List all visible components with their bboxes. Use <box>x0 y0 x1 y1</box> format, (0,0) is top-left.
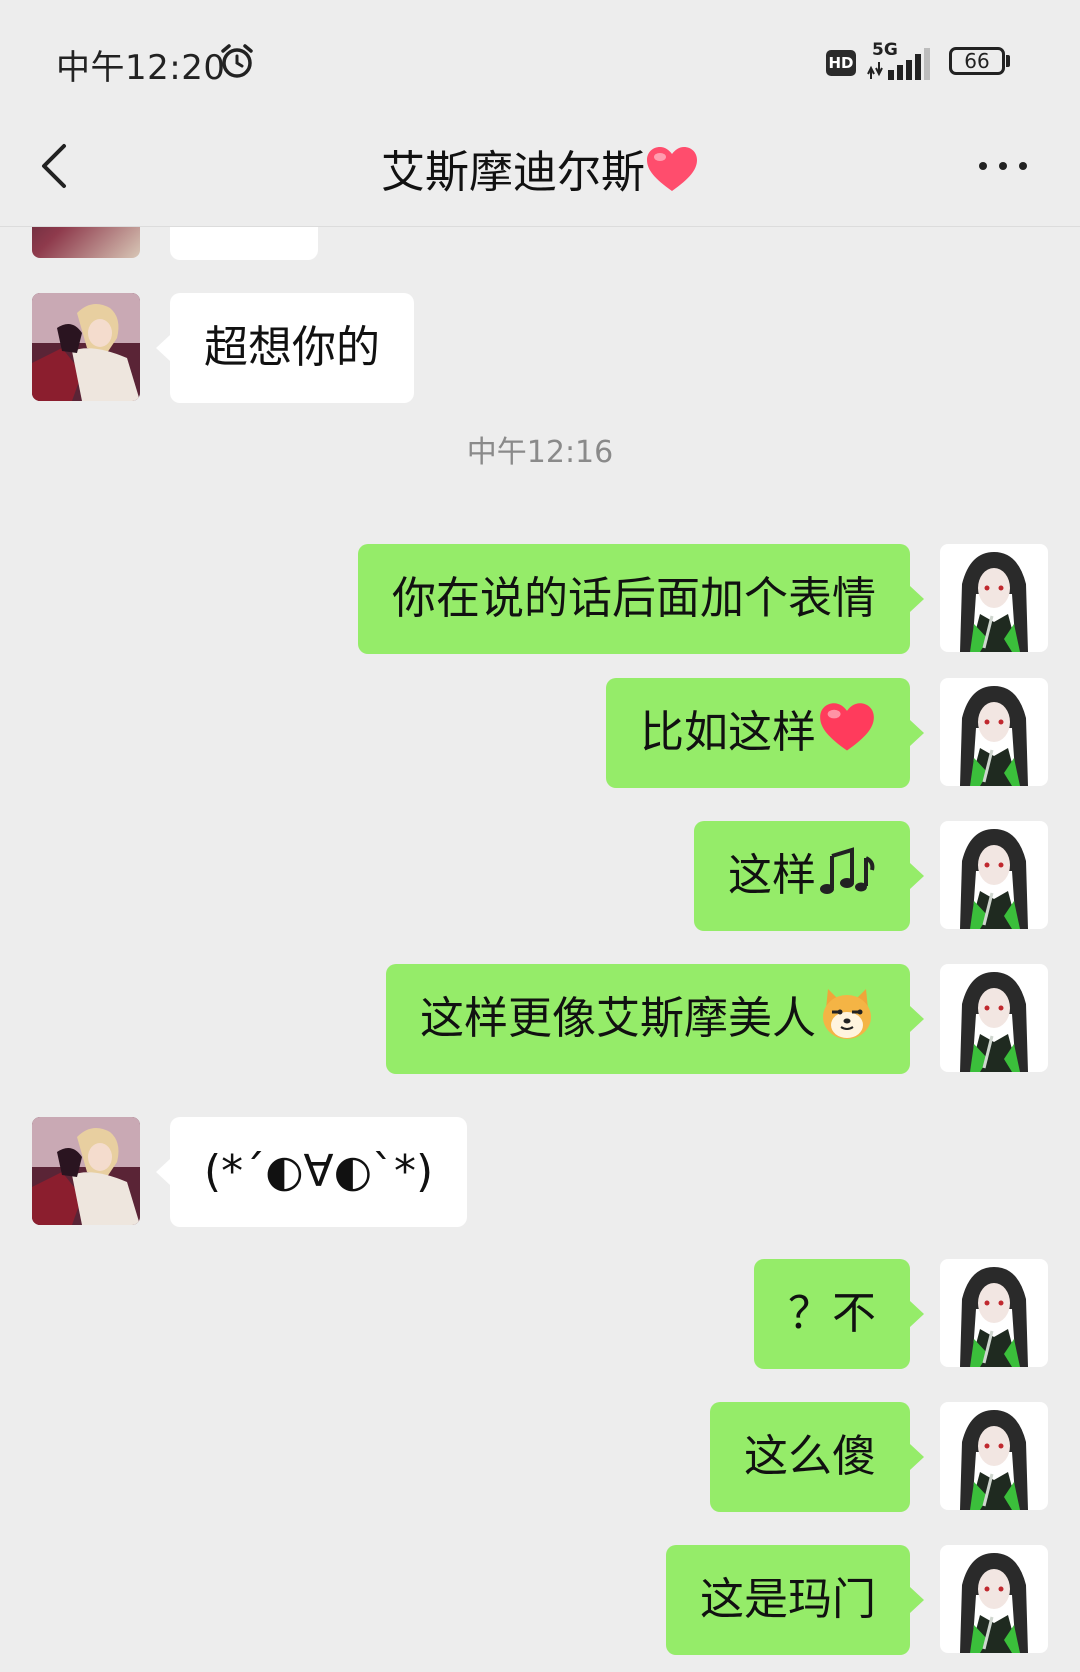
message-row: 这是玛门 <box>0 1545 1080 1655</box>
message-row-partial <box>0 227 1080 260</box>
my-avatar[interactable] <box>940 1545 1048 1653</box>
contact-avatar[interactable] <box>32 1117 140 1225</box>
my-avatar[interactable] <box>940 678 1048 786</box>
message-bubble[interactable]: ？不 <box>754 1259 924 1369</box>
chat-message-list[interactable]: 超想你的 中午12:16 你在说的话后面加个表情 比如这样 这样 这样更像艾斯摩… <box>0 227 1080 1672</box>
my-avatar[interactable] <box>940 544 1048 652</box>
heart-icon <box>820 703 874 751</box>
message-bubble[interactable]: (*´◐∀◐`*) <box>155 1117 468 1227</box>
my-avatar[interactable] <box>940 1402 1048 1510</box>
hd-badge: HD <box>826 50 856 76</box>
music-notes-icon <box>820 847 875 894</box>
message-bubble-partial[interactable] <box>170 227 318 260</box>
status-time: 中午12:20 <box>56 48 226 88</box>
message-row: (*´◐∀◐`*) <box>0 1117 1080 1227</box>
battery-percentage: 66 <box>964 49 990 73</box>
message-text: 这样更像艾斯摩美人 <box>420 993 816 1044</box>
message-row: 超想你的 <box>0 293 1080 403</box>
message-row: ？不 <box>0 1259 1080 1369</box>
contact-name: 艾斯摩迪尔斯 <box>381 147 645 198</box>
my-avatar[interactable] <box>940 821 1048 929</box>
chat-title[interactable]: 艾斯摩迪尔斯 <box>0 136 1080 200</box>
message-bubble[interactable]: 比如这样 <box>606 678 924 788</box>
more-options-icon[interactable] <box>978 158 1028 174</box>
message-bubble[interactable]: 这样 <box>694 821 924 931</box>
alarm-clock-icon <box>221 44 253 78</box>
doge-icon <box>823 989 871 1039</box>
my-avatar[interactable] <box>940 964 1048 1072</box>
message-text: 这样 <box>728 850 816 901</box>
heart-icon <box>647 147 697 191</box>
message-text: 比如这样 <box>640 707 816 758</box>
my-avatar[interactable] <box>940 1259 1048 1367</box>
signal-strength-icon <box>867 48 930 80</box>
status-bar: 中午12:20 HD 5G 66 <box>0 0 1080 110</box>
message-row: 你在说的话后面加个表情 <box>0 544 1080 654</box>
message-row: 比如这样 <box>0 678 1080 788</box>
contact-avatar[interactable] <box>32 227 140 258</box>
battery-indicator: 66 <box>949 47 1010 75</box>
message-row: 这样更像艾斯摩美人 <box>0 964 1080 1074</box>
message-row: 这么傻 <box>0 1402 1080 1512</box>
contact-avatar[interactable] <box>32 293 140 401</box>
message-bubble[interactable]: 这么傻 <box>710 1402 924 1512</box>
message-bubble[interactable]: 超想你的 <box>156 293 414 403</box>
message-bubble[interactable]: 这样更像艾斯摩美人 <box>386 964 924 1074</box>
message-timestamp: 中午12:16 <box>466 435 614 470</box>
message-bubble[interactable]: 你在说的话后面加个表情 <box>358 544 924 654</box>
message-bubble[interactable]: 这是玛门 <box>666 1545 924 1655</box>
message-row: 这样 <box>0 821 1080 931</box>
chat-header: 艾斯摩迪尔斯 <box>0 110 1080 227</box>
